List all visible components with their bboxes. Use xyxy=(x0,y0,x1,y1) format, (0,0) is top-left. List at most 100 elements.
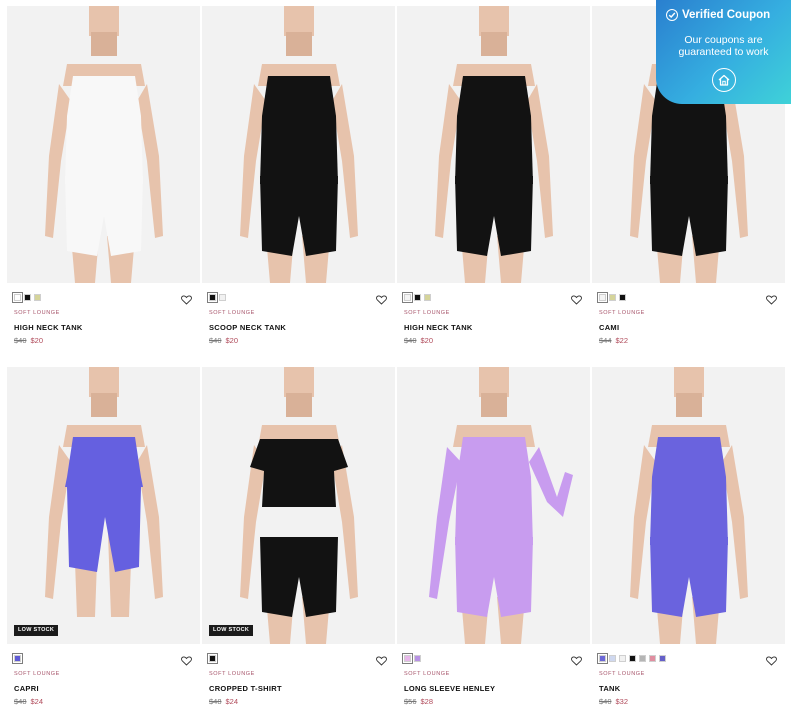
product-card[interactable]: LOW STOCK SOFT LOUNGE CAPRI $48 $24 xyxy=(7,367,200,722)
product-price: $48 $24 xyxy=(14,697,193,706)
color-swatch[interactable] xyxy=(649,655,656,662)
product-collection: SOFT LOUNGE xyxy=(14,671,60,677)
sale-price: $32 xyxy=(615,697,629,706)
product-card[interactable]: LOW STOCK SOFT LOUNGE CROPPED T-SHIRT $48 $2… xyxy=(202,367,395,722)
product-price: $40 $32 xyxy=(599,697,778,706)
color-swatches xyxy=(207,292,388,303)
product-image[interactable] xyxy=(7,6,200,283)
heart-icon[interactable] xyxy=(571,292,582,305)
coupon-subtitle-line2: guaranteed to work xyxy=(678,46,769,58)
coupon-title: Verified Coupon xyxy=(666,9,770,21)
color-swatch[interactable] xyxy=(402,292,413,303)
product-name[interactable]: CROPPED T-SHIRT xyxy=(209,684,388,693)
color-swatches xyxy=(597,292,778,303)
color-swatch[interactable] xyxy=(659,655,666,662)
color-swatch[interactable] xyxy=(609,294,616,301)
original-price: $40 xyxy=(599,697,612,706)
color-swatch[interactable] xyxy=(609,655,616,662)
color-swatches xyxy=(12,653,193,664)
color-swatch[interactable] xyxy=(207,292,218,303)
heart-icon[interactable] xyxy=(376,292,387,305)
color-swatch[interactable] xyxy=(24,294,31,301)
verified-coupon-banner[interactable]: Verified Coupon Our coupons are guarante… xyxy=(656,0,791,104)
product-price: $44 $22 xyxy=(599,336,778,345)
product-card[interactable]: SOFT LOUNGE LONG SLEEVE HENLEY $56 $28 xyxy=(397,367,590,722)
product-image[interactable] xyxy=(397,6,590,283)
sale-price: $22 xyxy=(615,336,629,345)
product-collection: SOFT LOUNGE xyxy=(209,671,255,677)
product-info: SOFT LOUNGE CAPRI $48 $24 xyxy=(7,644,200,722)
color-swatches xyxy=(402,292,583,303)
original-price: $40 xyxy=(14,336,27,345)
product-image[interactable]: LOW STOCK xyxy=(7,367,200,644)
heart-icon[interactable] xyxy=(571,653,582,666)
product-card[interactable]: SOFT LOUNGE SCOOP NECK TANK $40 $20 xyxy=(202,6,395,361)
product-image[interactable] xyxy=(592,367,785,644)
product-card[interactable]: SOFT LOUNGE HIGH NECK TANK $40 $20 xyxy=(7,6,200,361)
low-stock-badge: LOW STOCK xyxy=(14,625,59,636)
color-swatch[interactable] xyxy=(619,294,626,301)
coupon-title-text: Verified Coupon xyxy=(682,9,771,21)
product-collection: SOFT LOUNGE xyxy=(209,310,255,316)
product-card[interactable]: SOFT LOUNGE TANK $40 $32 xyxy=(592,367,785,722)
color-swatch[interactable] xyxy=(597,653,608,664)
product-image[interactable] xyxy=(397,367,590,644)
color-swatch[interactable] xyxy=(597,292,608,303)
color-swatch[interactable] xyxy=(219,294,226,301)
sale-price: $20 xyxy=(420,336,434,345)
heart-icon[interactable] xyxy=(766,292,777,305)
color-swatches xyxy=(12,292,193,303)
sale-price: $24 xyxy=(30,697,44,706)
product-info: SOFT LOUNGE LONG SLEEVE HENLEY $56 $28 xyxy=(397,644,590,722)
product-name[interactable]: LONG SLEEVE HENLEY xyxy=(404,684,583,693)
product-image[interactable] xyxy=(202,6,395,283)
color-swatches xyxy=(402,653,583,664)
original-price: $40 xyxy=(209,336,222,345)
home-icon[interactable] xyxy=(712,68,736,92)
product-collection: SOFT LOUNGE xyxy=(599,310,645,316)
product-name[interactable]: CAMI xyxy=(599,323,778,332)
product-collection: SOFT LOUNGE xyxy=(599,671,645,677)
product-grid: SOFT LOUNGE HIGH NECK TANK $40 $20 SOFT LOU… xyxy=(7,6,785,722)
product-info: SOFT LOUNGE TANK $40 $32 xyxy=(592,644,785,722)
product-name[interactable]: SCOOP NECK TANK xyxy=(209,323,388,332)
product-price: $40 $20 xyxy=(209,336,388,345)
check-circle-icon xyxy=(666,9,678,21)
product-price: $40 $20 xyxy=(404,336,583,345)
product-name[interactable]: CAPRI xyxy=(14,684,193,693)
color-swatch[interactable] xyxy=(629,655,636,662)
original-price: $40 xyxy=(404,336,417,345)
original-price: $44 xyxy=(599,336,612,345)
product-info: SOFT LOUNGE HIGH NECK TANK $40 $20 xyxy=(397,283,590,361)
coupon-subtitle: Our coupons are guaranteed to work xyxy=(656,34,791,58)
color-swatch[interactable] xyxy=(34,294,41,301)
product-name[interactable]: TANK xyxy=(599,684,778,693)
product-collection: SOFT LOUNGE xyxy=(14,310,60,316)
product-card[interactable]: SOFT LOUNGE HIGH NECK TANK $40 $20 xyxy=(397,6,590,361)
color-swatch[interactable] xyxy=(12,653,23,664)
product-name[interactable]: HIGH NECK TANK xyxy=(14,323,193,332)
color-swatch[interactable] xyxy=(414,294,421,301)
original-price: $48 xyxy=(209,697,222,706)
sale-price: $20 xyxy=(225,336,239,345)
sale-price: $24 xyxy=(225,697,239,706)
heart-icon[interactable] xyxy=(181,292,192,305)
color-swatch[interactable] xyxy=(402,653,413,664)
color-swatch[interactable] xyxy=(424,294,431,301)
color-swatch[interactable] xyxy=(619,655,626,662)
color-swatches xyxy=(207,653,388,664)
product-name[interactable]: HIGH NECK TANK xyxy=(404,323,583,332)
color-swatch[interactable] xyxy=(414,655,421,662)
coupon-subtitle-line1: Our coupons are xyxy=(684,34,763,46)
heart-icon[interactable] xyxy=(181,653,192,666)
color-swatch[interactable] xyxy=(207,653,218,664)
color-swatch[interactable] xyxy=(639,655,646,662)
low-stock-badge: LOW STOCK xyxy=(209,625,254,636)
heart-icon[interactable] xyxy=(766,653,777,666)
color-swatches xyxy=(597,653,778,664)
color-swatch[interactable] xyxy=(12,292,23,303)
heart-icon[interactable] xyxy=(376,653,387,666)
product-price: $40 $20 xyxy=(14,336,193,345)
product-price: $56 $28 xyxy=(404,697,583,706)
product-image[interactable]: LOW STOCK xyxy=(202,367,395,644)
